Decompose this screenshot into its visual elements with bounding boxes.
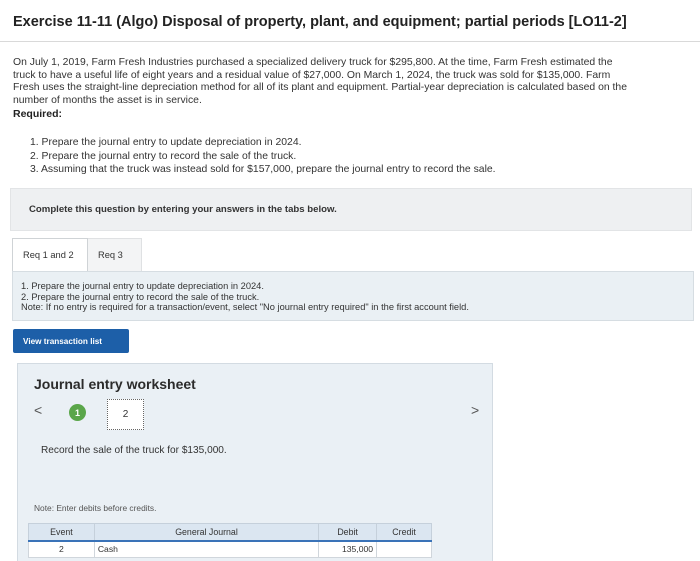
step-1-completed-indicator[interactable]: 1 [69,404,86,421]
problem-line: On July 1, 2019, Farm Fresh Industries p… [13,57,613,68]
column-header-debit: Debit [318,523,378,542]
account-select[interactable]: Cash [93,540,320,558]
requirement-item: 3. Assuming that the truck was instead s… [30,164,496,175]
title-divider [0,41,700,42]
panel-requirement-line: 1. Prepare the journal entry to update d… [21,281,264,291]
column-header-event: Event [28,523,95,542]
page-title: Exercise 11-11 (Algo) Disposal of proper… [13,14,627,30]
requirements-list: 1. Prepare the journal entry to update d… [30,136,496,177]
step-2-current-indicator[interactable]: 2 [107,399,144,430]
column-header-general-journal: General Journal [93,523,320,542]
record-instruction: Record the sale of the truck for $135,00… [41,445,227,456]
view-transaction-list-button[interactable]: View transaction list [13,329,129,353]
table-row: 2 Cash 135,000 [28,540,432,558]
requirement-panel: 1. Prepare the journal entry to update d… [12,271,694,321]
panel-requirement-line: 2. Prepare the journal entry to record t… [21,291,260,302]
tab-req-3[interactable]: Req 3 [88,238,142,271]
required-label: Required: [13,108,63,120]
problem-line: truck to have a useful life of eight yea… [13,69,611,81]
tab-req-1-and-2[interactable]: Req 1 and 2 [12,238,88,271]
panel-note-line: Note: If no entry is required for a tran… [21,302,469,313]
credit-input[interactable] [376,540,432,558]
problem-line: number of months the asset is in service… [13,94,202,106]
column-header-credit: Credit [376,523,432,542]
instructions-banner: Complete this question by entering your … [10,188,692,231]
debit-input[interactable]: 135,000 [318,540,378,558]
journal-table: Event General Journal Debit Credit 2 Cas… [28,523,432,558]
journal-header-row: Event General Journal Debit Credit [28,523,432,542]
requirement-tabs: Req 1 and 2 Req 3 [12,238,142,271]
instructions-text: Complete this question by entering your … [29,204,337,215]
worksheet-title: Journal entry worksheet [34,376,196,392]
previous-arrow-icon[interactable]: < [34,402,42,418]
debits-note: Note: Enter debits before credits. [34,503,157,513]
problem-text: On July 1, 2019, Farm Fresh Industries p… [13,57,698,107]
problem-line: Fresh uses the straight-line depreciatio… [13,82,627,94]
event-cell: 2 [28,540,95,558]
requirement-item: 2. Prepare the journal entry to record t… [30,150,297,162]
next-arrow-icon[interactable]: > [471,402,479,418]
requirement-item: 1. Prepare the journal entry to update d… [30,137,302,148]
